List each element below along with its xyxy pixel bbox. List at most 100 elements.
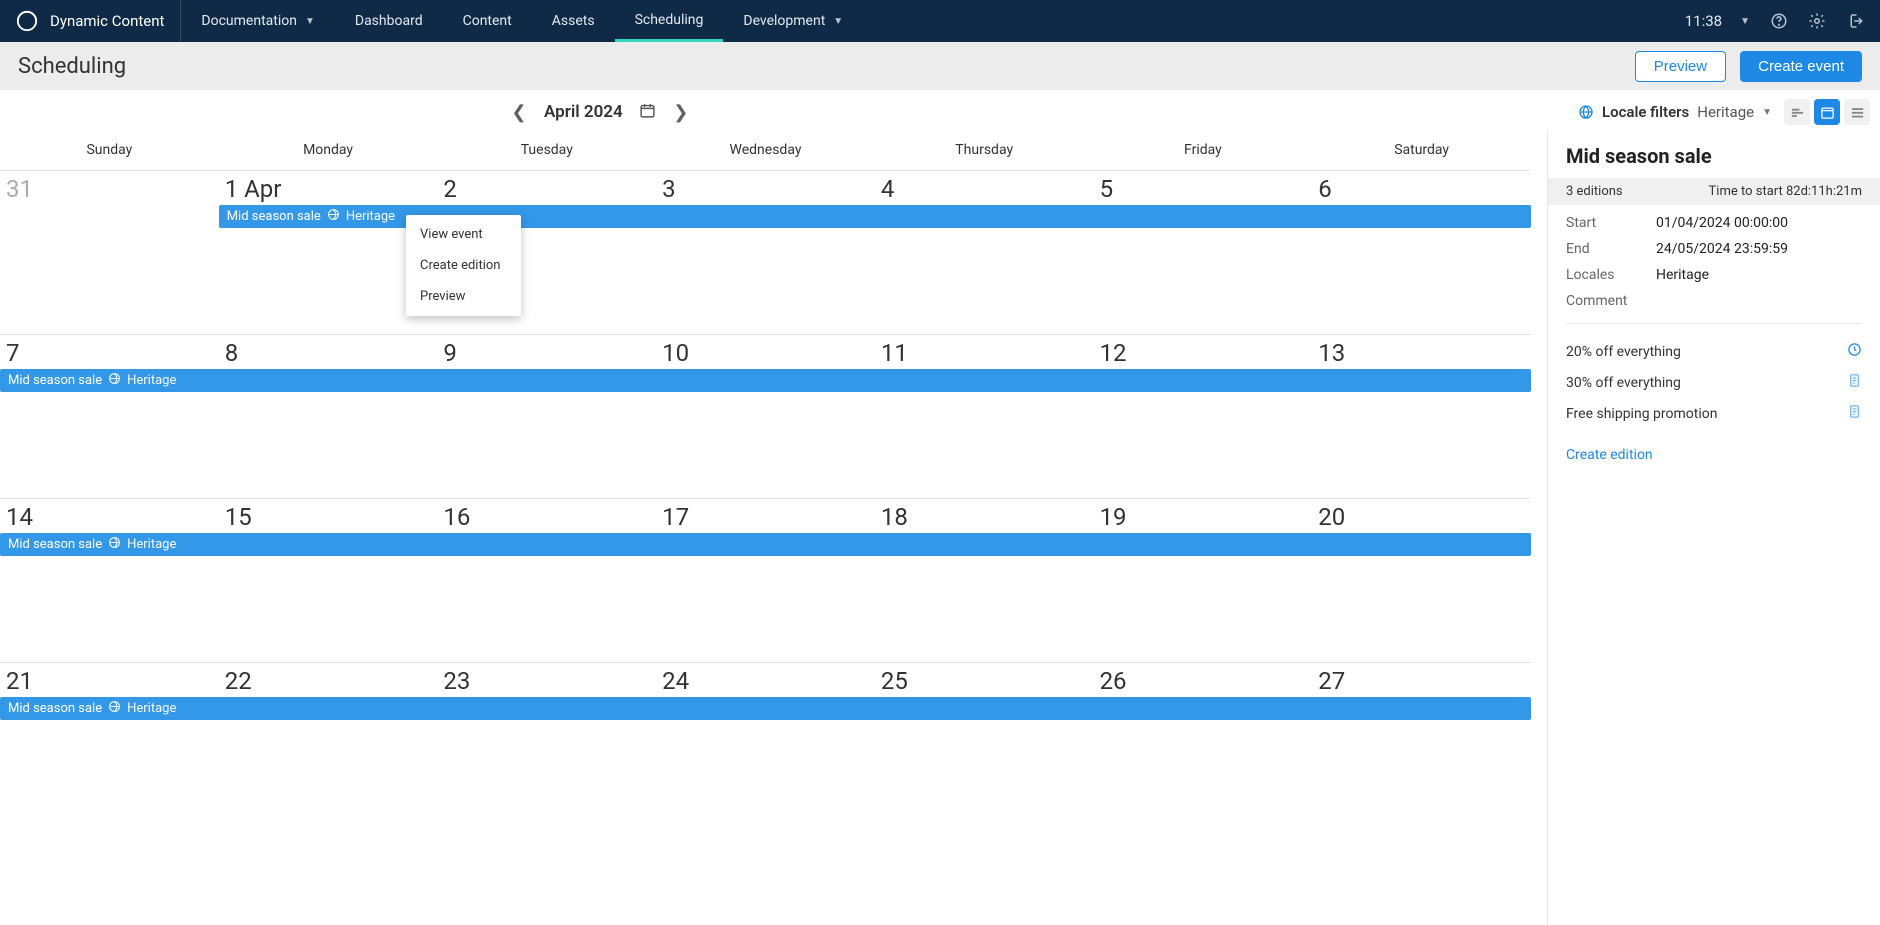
- event-bar[interactable]: Mid season sale Heritage: [0, 533, 1531, 556]
- day-cell[interactable]: 11: [875, 335, 1094, 498]
- settings-icon[interactable]: [1808, 12, 1826, 30]
- subheader-actions: Preview Create event: [1635, 51, 1862, 82]
- day-cell[interactable]: 14: [0, 499, 219, 662]
- event-meta: Start 01/04/2024 00:00:00 End 24/05/2024…: [1566, 205, 1862, 324]
- editions-count: 3 editions: [1566, 184, 1623, 199]
- locale-filter[interactable]: Locale filters Heritage ▼: [1578, 103, 1772, 121]
- main-area: Sunday Monday Tuesday Wednesday Thursday…: [0, 130, 1880, 925]
- meta-locales-value: Heritage: [1656, 267, 1862, 283]
- calendar-picker-icon[interactable]: [639, 102, 656, 123]
- event-label: Mid season sale: [8, 701, 102, 716]
- day-cell[interactable]: 12: [1094, 335, 1313, 498]
- day-cell[interactable]: 13: [1312, 335, 1531, 498]
- day-cell[interactable]: 5: [1094, 171, 1313, 334]
- menu-create-edition[interactable]: Create edition: [406, 250, 521, 281]
- preview-button[interactable]: Preview: [1635, 51, 1726, 82]
- edition-label: 30% off everything: [1566, 375, 1681, 391]
- meta-end-label: End: [1566, 241, 1656, 257]
- week-row: 14 15 16 17 18 19 20 Mid season sale Her…: [0, 498, 1531, 662]
- nav-content[interactable]: Content: [443, 0, 532, 42]
- weekday-label: Friday: [1094, 136, 1313, 164]
- nav-label: Dashboard: [355, 13, 423, 29]
- timeline-view-button[interactable]: [1784, 99, 1810, 125]
- calendar-view-button[interactable]: [1814, 99, 1840, 125]
- weekday-label: Thursday: [875, 136, 1094, 164]
- document-icon: [1847, 404, 1862, 423]
- day-cell[interactable]: 6: [1312, 171, 1531, 334]
- day-cell[interactable]: 20: [1312, 499, 1531, 662]
- day-cell[interactable]: 17: [656, 499, 875, 662]
- globe-icon: [327, 208, 340, 225]
- nav-documentation[interactable]: Documentation ▼: [181, 0, 334, 42]
- edition-row[interactable]: Free shipping promotion: [1566, 398, 1862, 429]
- day-cell[interactable]: 4: [875, 171, 1094, 334]
- edition-label: 20% off everything: [1566, 344, 1681, 360]
- day-cell[interactable]: 31: [0, 171, 219, 334]
- nav-label: Development: [743, 13, 825, 29]
- day-cell[interactable]: 1 Apr: [219, 171, 438, 334]
- event-label: Mid season sale: [8, 537, 102, 552]
- weekday-label: Monday: [219, 136, 438, 164]
- event-locale-tag: Heritage: [127, 373, 176, 388]
- chevron-down-icon: ▼: [305, 16, 315, 27]
- list-view-button[interactable]: [1844, 99, 1870, 125]
- day-cell[interactable]: 3: [656, 171, 875, 334]
- nav-scheduling[interactable]: Scheduling: [615, 0, 724, 42]
- editions-list: 20% off everything 30% off everything Fr…: [1548, 336, 1880, 429]
- event-subhead: 3 editions Time to start 82d:11h:21m: [1548, 178, 1880, 205]
- day-cell[interactable]: 16: [437, 499, 656, 662]
- topbar: Dynamic Content Documentation ▼ Dashboar…: [0, 0, 1880, 42]
- brand-logo-icon: [16, 10, 38, 32]
- top-nav: Documentation ▼ Dashboard Content Assets…: [181, 0, 863, 42]
- locale-filter-value: Heritage: [1697, 103, 1754, 121]
- locale-filter-label: Locale filters: [1602, 103, 1689, 121]
- day-cell[interactable]: 8: [219, 335, 438, 498]
- meta-end-value: 24/05/2024 23:59:59: [1656, 241, 1862, 257]
- create-event-button[interactable]: Create event: [1740, 51, 1862, 82]
- day-cell[interactable]: 19: [1094, 499, 1313, 662]
- month-label: April 2024: [544, 102, 623, 122]
- globe-icon: [108, 700, 121, 717]
- menu-preview[interactable]: Preview: [406, 281, 521, 312]
- day-cell[interactable]: 9: [437, 335, 656, 498]
- event-detail-panel: Mid season sale 3 editions Time to start…: [1548, 130, 1880, 925]
- help-icon[interactable]: [1770, 12, 1788, 30]
- event-bar[interactable]: Mid season sale Heritage: [0, 697, 1531, 720]
- event-label: Mid season sale: [8, 373, 102, 388]
- chevron-down-icon: ▼: [833, 16, 843, 27]
- globe-icon: [108, 372, 121, 389]
- day-cell[interactable]: 7: [0, 335, 219, 498]
- event-locale-tag: Heritage: [346, 209, 395, 224]
- timezone-dropdown[interactable]: 11:38 ▼: [1685, 12, 1750, 30]
- clock-icon: [1847, 342, 1862, 361]
- chevron-down-icon: ▼: [1740, 16, 1750, 27]
- nav-development[interactable]: Development ▼: [723, 0, 863, 42]
- nav-label: Scheduling: [635, 12, 704, 28]
- nav-assets[interactable]: Assets: [532, 0, 615, 42]
- logout-icon[interactable]: [1846, 12, 1864, 30]
- next-month-icon[interactable]: ❯: [672, 102, 690, 123]
- create-edition-link[interactable]: Create edition: [1566, 447, 1862, 463]
- menu-view-event[interactable]: View event: [406, 219, 521, 250]
- weekday-label: Wednesday: [656, 136, 875, 164]
- calendar-header-right: Locale filters Heritage ▼: [1578, 99, 1870, 125]
- edition-row[interactable]: 20% off everything: [1566, 336, 1862, 367]
- meta-comment-label: Comment: [1566, 293, 1656, 309]
- nav-label: Content: [463, 13, 512, 29]
- prev-month-icon[interactable]: ❮: [510, 102, 528, 123]
- day-cell[interactable]: 10: [656, 335, 875, 498]
- event-bar[interactable]: Mid season sale Heritage: [0, 369, 1531, 392]
- day-cell[interactable]: 18: [875, 499, 1094, 662]
- day-cell[interactable]: 15: [219, 499, 438, 662]
- nav-label: Documentation: [201, 13, 297, 29]
- brand-area: Dynamic Content: [0, 0, 181, 42]
- subheader: Scheduling Preview Create event: [0, 42, 1880, 90]
- week-row: 7 8 9 10 11 12 13 Mid season sale Herita…: [0, 334, 1531, 498]
- topbar-right: 11:38 ▼: [1685, 0, 1880, 42]
- meta-comment-value: [1656, 293, 1862, 309]
- weekday-label: Sunday: [0, 136, 219, 164]
- week-row: 31 1 Apr 2 3 4 5 6 Mid season sale Herit…: [0, 170, 1531, 334]
- event-label: Mid season sale: [227, 209, 321, 224]
- edition-row[interactable]: 30% off everything: [1566, 367, 1862, 398]
- nav-dashboard[interactable]: Dashboard: [335, 0, 443, 42]
